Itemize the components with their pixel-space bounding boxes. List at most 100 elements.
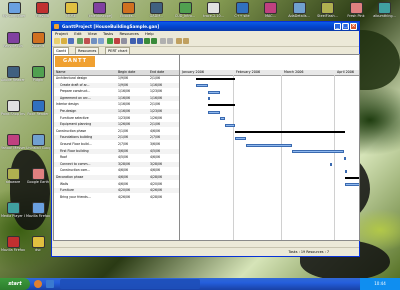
minimize-button[interactable]: _ — [334, 23, 341, 30]
table-row[interactable]: Create draft of ar... 1/9/06 1/16/06 — [54, 82, 179, 88]
cut-icon[interactable] — [84, 38, 90, 44]
new-task-icon[interactable] — [107, 38, 113, 44]
undo-icon[interactable] — [176, 38, 182, 44]
task-bar[interactable] — [195, 84, 208, 88]
table-row[interactable]: Interior design 1/16/06 2/1/06 — [54, 102, 179, 107]
menu-resources[interactable]: Resources — [119, 31, 138, 36]
table-row[interactable]: Prepare construct... 1/16/06 1/23/06 — [54, 89, 179, 94]
desktop-icon[interactable]: GADM... — [145, 2, 169, 18]
task-bar[interactable] — [219, 117, 225, 121]
summary-bar[interactable] — [195, 78, 236, 80]
table-row[interactable]: Walls 4/6/06 4/20/06 — [54, 182, 179, 187]
task-bar[interactable] — [345, 183, 359, 187]
tab-pert-chart[interactable]: PERT chart — [105, 47, 131, 54]
import-icon[interactable] — [77, 38, 83, 44]
column-header-begin[interactable]: Begin date — [118, 70, 135, 75]
redo-icon[interactable] — [183, 38, 189, 44]
desktop-icon[interactable]: [kaleidoscope]... — [88, 2, 112, 18]
summary-bar[interactable] — [235, 130, 346, 133]
task-bar[interactable] — [343, 156, 346, 160]
summary-bar[interactable] — [345, 177, 359, 179]
table-row[interactable]: Equipment planning 1/26/06 2/1/06 — [54, 122, 179, 128]
task-bar[interactable] — [245, 143, 293, 147]
table-row[interactable]: Ground Floor build... 2/7/06 3/6/06 — [54, 142, 179, 147]
save-icon[interactable] — [68, 38, 74, 44]
table-row[interactable]: First Floor building 3/6/06 4/5/06 — [54, 148, 179, 154]
desktop-icon[interactable]: Fresh Pink — [344, 2, 368, 18]
desktop-icon[interactable]: adaware — [1, 168, 25, 184]
table-row[interactable]: Roof 4/5/06 4/6/06 — [54, 155, 179, 160]
desktop-icon[interactable]: albumthing... — [373, 2, 397, 18]
start-button[interactable]: start — [0, 278, 30, 290]
task-bar[interactable] — [235, 136, 246, 140]
table-row[interactable]: Architectural design 1/9/06 2/1/06 — [54, 76, 179, 81]
table-row[interactable]: Construction com... 4/6/06 4/6/06 — [54, 168, 179, 173]
desktop-icon[interactable]: Ebooks... — [116, 2, 140, 18]
desktop-icon[interactable]: MAC... — [259, 2, 283, 18]
table-row[interactable]: Foundations building 2/1/06 2/7/06 — [54, 135, 179, 141]
task-bar[interactable] — [225, 123, 236, 127]
desktop-icon[interactable]: Yahoo! Messenger — [1, 134, 25, 150]
desktop-icon[interactable]: Paint.Shop Image Viewer — [1, 100, 25, 116]
open-icon[interactable] — [61, 38, 67, 44]
table-row[interactable]: Connect to comm... 3/28/06 3/28/06 — [54, 161, 179, 167]
desktop-icon[interactable]: Adobe Reader 9 — [1, 66, 25, 82]
desktop-icon[interactable]: ZoomIt — [26, 32, 50, 48]
table-row[interactable]: Decoration phase 4/6/06 4/28/06 — [54, 175, 179, 180]
desktop-icon[interactable]: Recycle Bin — [1, 32, 25, 48]
menu-edit[interactable]: Edit — [74, 31, 81, 36]
desktop-icon[interactable]: FileZilla — [31, 2, 55, 18]
menu-tasks[interactable]: Tasks — [103, 31, 113, 36]
properties-icon[interactable] — [121, 38, 127, 44]
taskbar-window-button[interactable] — [60, 279, 200, 289]
column-header-end[interactable]: End date — [150, 70, 164, 75]
desktop-icon[interactable]: trace-2.10... — [202, 2, 226, 18]
desktop-icon[interactable]: CUD_Intro... — [173, 2, 197, 18]
task-bar[interactable] — [345, 169, 348, 173]
desktop-icon[interactable]: dsc — [26, 236, 50, 252]
desktop-icon[interactable]: Media Player Classic — [1, 202, 25, 218]
unlink-icon[interactable] — [167, 38, 173, 44]
paste-icon[interactable] — [98, 38, 104, 44]
title-bar[interactable]: GanttProject [HouseBuildingSample.gan] _… — [52, 22, 359, 31]
desktop-icon[interactable]: My Computer — [2, 2, 26, 18]
task-bar[interactable] — [207, 97, 210, 101]
desktop-icon[interactable]: SteelFlash... — [316, 2, 340, 18]
tab-gantt[interactable]: Gantt — [53, 47, 70, 54]
up-arrow-icon[interactable] — [144, 38, 150, 44]
copy-icon[interactable] — [91, 38, 97, 44]
desktop-icon[interactable]: C++ site — [230, 2, 254, 18]
column-header-name[interactable]: Name — [56, 70, 65, 75]
tab-resources[interactable]: Resources — [75, 47, 100, 54]
desktop-icon[interactable]: Uninstall Google — [26, 134, 50, 150]
indent-icon[interactable] — [130, 38, 136, 44]
explorer-icon[interactable] — [46, 280, 54, 288]
desktop-icon[interactable]: Google Earth — [26, 168, 50, 184]
desktop-icon[interactable]: AdaDetails... — [287, 2, 311, 18]
task-bar[interactable] — [329, 163, 332, 167]
link-icon[interactable] — [160, 38, 166, 44]
desktop-icon[interactable]: Mozilla Firefox 3 Beta 4 — [1, 236, 25, 252]
desktop-icon[interactable]: MUSE — [59, 2, 83, 18]
task-bar[interactable] — [207, 110, 220, 114]
task-bar[interactable] — [207, 90, 220, 94]
menu-project[interactable]: Project — [55, 31, 68, 36]
task-bar[interactable] — [292, 150, 344, 154]
table-row[interactable]: Bring your friends... 4/26/06 4/28/06 — [54, 195, 179, 200]
desktop-icon[interactable]: Foxit Reader — [26, 100, 50, 116]
outdent-icon[interactable] — [137, 38, 143, 44]
down-arrow-icon[interactable] — [151, 38, 157, 44]
summary-bar[interactable] — [207, 104, 236, 107]
table-row[interactable]: Furniture 4/20/06 4/26/06 — [54, 188, 179, 194]
maximize-button[interactable]: □ — [342, 23, 349, 30]
table-row[interactable]: Furniture selective 1/23/06 1/26/06 — [54, 116, 179, 121]
table-row[interactable]: Agreement on arc... 1/16/06 1/16/06 — [54, 95, 179, 101]
close-button[interactable]: × — [350, 23, 357, 30]
firefox-icon[interactable] — [34, 280, 42, 288]
delete-task-icon[interactable] — [114, 38, 120, 44]
menu-view[interactable]: View — [88, 31, 97, 36]
menu-help[interactable]: Help — [145, 31, 154, 36]
desktop-icon[interactable]: Pidgin — [26, 66, 50, 82]
table-row[interactable]: Pre-design 1/16/06 1/23/06 — [54, 109, 179, 114]
new-icon[interactable] — [54, 38, 60, 44]
